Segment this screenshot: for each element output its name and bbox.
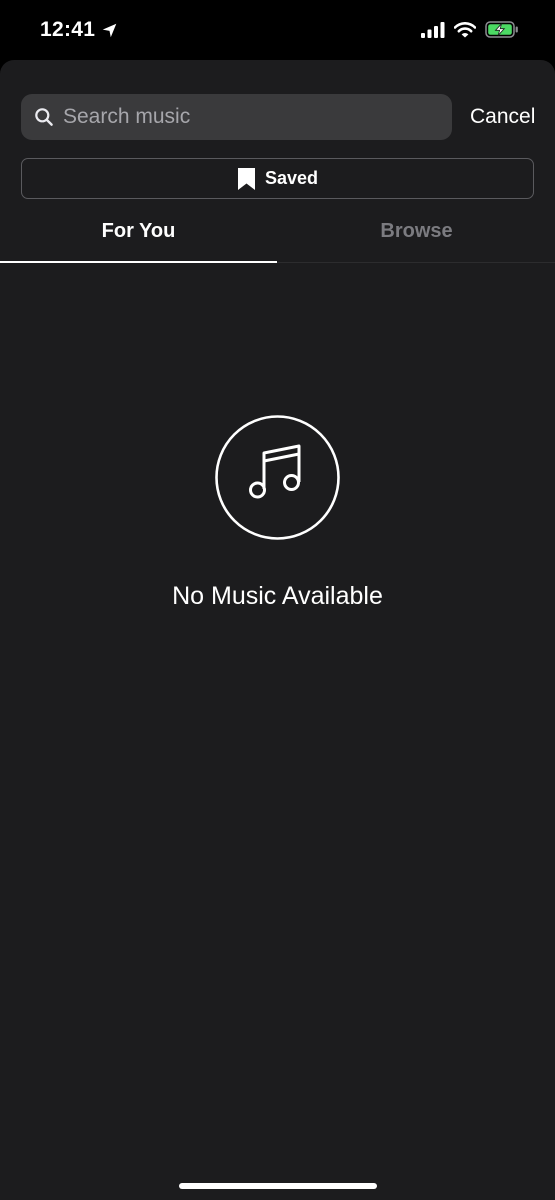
tab-browse-label: Browse [380, 220, 453, 242]
empty-state-message: No Music Available [172, 582, 383, 610]
tab-for-you-label: For You [101, 220, 176, 242]
battery-charging-icon [485, 21, 518, 38]
bookmark-icon [237, 167, 255, 190]
search-box[interactable] [21, 94, 452, 140]
search-input[interactable] [63, 94, 433, 140]
active-tab-indicator [0, 261, 277, 263]
tab-bar: For You Browse [0, 210, 555, 263]
search-icon [35, 108, 53, 126]
cellular-signal-icon [421, 21, 445, 38]
cancel-button[interactable]: Cancel [470, 94, 535, 140]
music-note-icon [215, 415, 340, 540]
music-picker-sheet: Cancel Saved For You Browse No Music Ava… [0, 60, 555, 1200]
tab-browse[interactable]: Browse [278, 210, 555, 262]
time-group: 12:41 [40, 18, 118, 42]
search-row: Cancel [21, 94, 541, 140]
status-icons [421, 21, 519, 38]
status-bar: 12:41 [0, 0, 555, 62]
tab-for-you[interactable]: For You [0, 210, 277, 262]
saved-label: Saved [264, 168, 319, 188]
wifi-icon [454, 21, 476, 37]
empty-state: No Music Available [0, 415, 555, 611]
home-indicator[interactable] [179, 1183, 377, 1189]
status-time: 12:41 [40, 18, 96, 41]
saved-button[interactable]: Saved [21, 158, 534, 199]
location-arrow-icon [102, 23, 117, 37]
